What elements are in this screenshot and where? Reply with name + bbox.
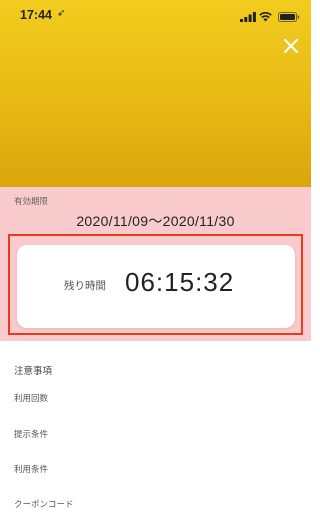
location-icon: ➶ bbox=[57, 8, 66, 19]
status-bar: 17:44 ➶ bbox=[0, 0, 311, 32]
notes-title: 注意事項 bbox=[14, 366, 53, 377]
battery-icon bbox=[278, 12, 300, 22]
remaining-time-label: 残り時間 bbox=[64, 280, 106, 292]
note-item-usage-count[interactable]: 利用回数 bbox=[14, 392, 48, 404]
validity-range: 2020/11/09〜2020/11/30 bbox=[76, 213, 235, 229]
note-item-coupon-code[interactable]: クーポンコード bbox=[14, 498, 74, 510]
note-item-display-conditions[interactable]: 提示条件 bbox=[14, 428, 48, 440]
remaining-time-card: 残り時間 06:15:32 bbox=[17, 245, 295, 328]
remaining-time-value: 06:15:32 bbox=[125, 267, 235, 297]
close-icon[interactable] bbox=[281, 36, 301, 56]
signal-icon bbox=[240, 12, 256, 22]
validity-label: 有効期限 bbox=[14, 197, 49, 207]
note-item-usage-conditions[interactable]: 利用条件 bbox=[14, 463, 48, 475]
validity-section: 有効期限 2020/11/09〜2020/11/30 残り時間 06:15:32 bbox=[0, 187, 311, 341]
status-time: 17:44 bbox=[20, 8, 52, 22]
wifi-icon bbox=[259, 12, 272, 22]
